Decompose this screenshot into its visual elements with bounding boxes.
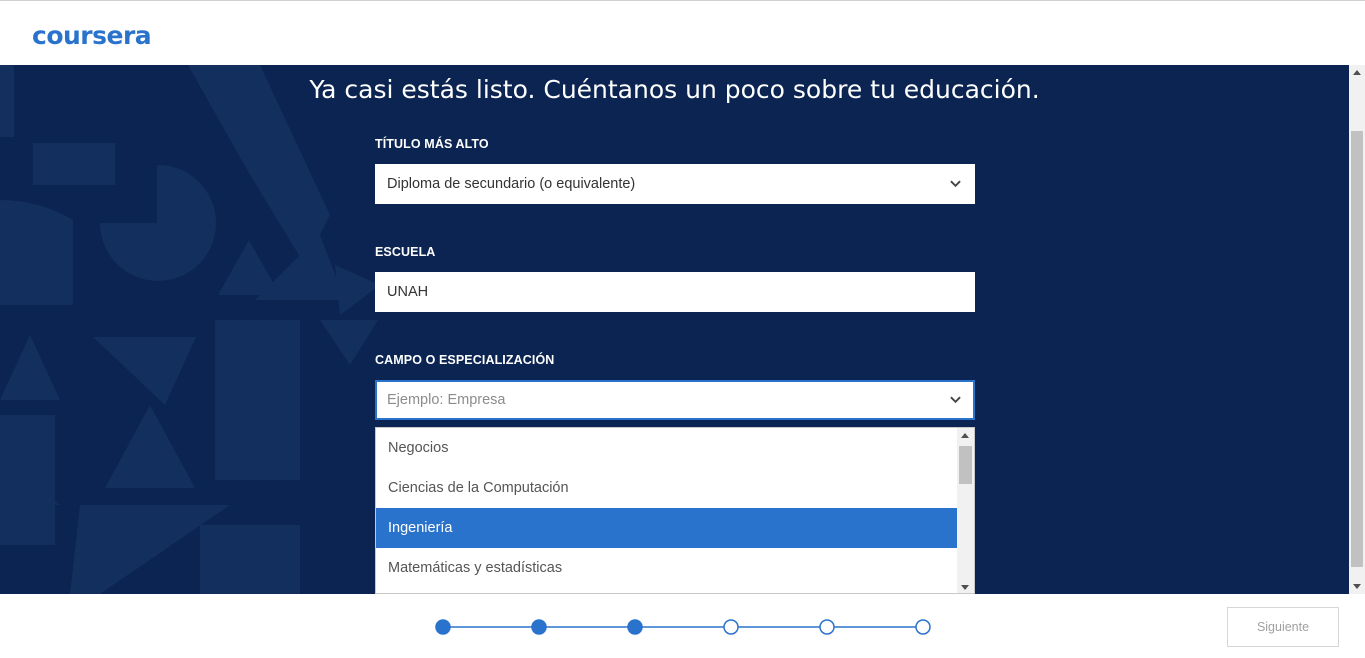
page-scroll-thumb[interactable] [1351,131,1363,567]
footer-bar: Siguiente [0,594,1365,658]
scroll-down-icon[interactable] [961,585,969,590]
chevron-down-icon [950,180,961,188]
page-scrollbar[interactable] [1349,65,1365,594]
field-of-study-input[interactable]: Ejemplo: Empresa [375,380,975,420]
page-title: Ya casi estás listo. Cuéntanos un poco s… [309,75,1040,104]
degree-label: TÍTULO MÁS ALTO [375,137,489,151]
coursera-logo[interactable]: coursera [32,21,152,50]
field-of-study-placeholder: Ejemplo: Empresa [387,392,506,408]
school-input[interactable]: UNAH [375,272,975,312]
degree-select[interactable]: Diploma de secundario (o equivalente) [375,164,975,204]
education-panel: Ya casi estás listo. Cuéntanos un poco s… [0,65,1349,594]
dropdown-option[interactable]: Ciencias de la Computación [376,468,957,508]
field-of-study-dropdown: Negocios Ciencias de la Computación Inge… [375,427,975,594]
dropdown-scroll-thumb[interactable] [959,446,972,484]
progress-stepper [435,619,931,635]
top-bar: coursera [0,0,1365,65]
step-dot-completed [435,619,451,635]
dropdown-scrollbar[interactable] [957,428,974,593]
next-button[interactable]: Siguiente [1227,607,1339,647]
dropdown-option[interactable]: Matemáticas y estadísticas [376,548,957,588]
dropdown-option-selected[interactable]: Ingeniería [376,508,957,548]
school-value: UNAH [387,284,429,300]
scroll-down-icon[interactable] [1353,584,1361,589]
scroll-up-icon[interactable] [1353,70,1361,75]
chevron-down-icon[interactable] [950,394,961,405]
scroll-up-icon[interactable] [961,433,969,438]
step-dot-pending [723,619,739,635]
step-dot-completed [531,619,547,635]
step-dot-pending [915,619,931,635]
dropdown-option[interactable]: Negocios [376,428,957,468]
step-dot-completed [627,619,643,635]
degree-value: Diploma de secundario (o equivalente) [387,176,636,192]
school-label: ESCUELA [375,245,436,259]
field-of-study-label: CAMPO O ESPECIALIZACIÓN [375,353,555,367]
step-dot-pending [819,619,835,635]
